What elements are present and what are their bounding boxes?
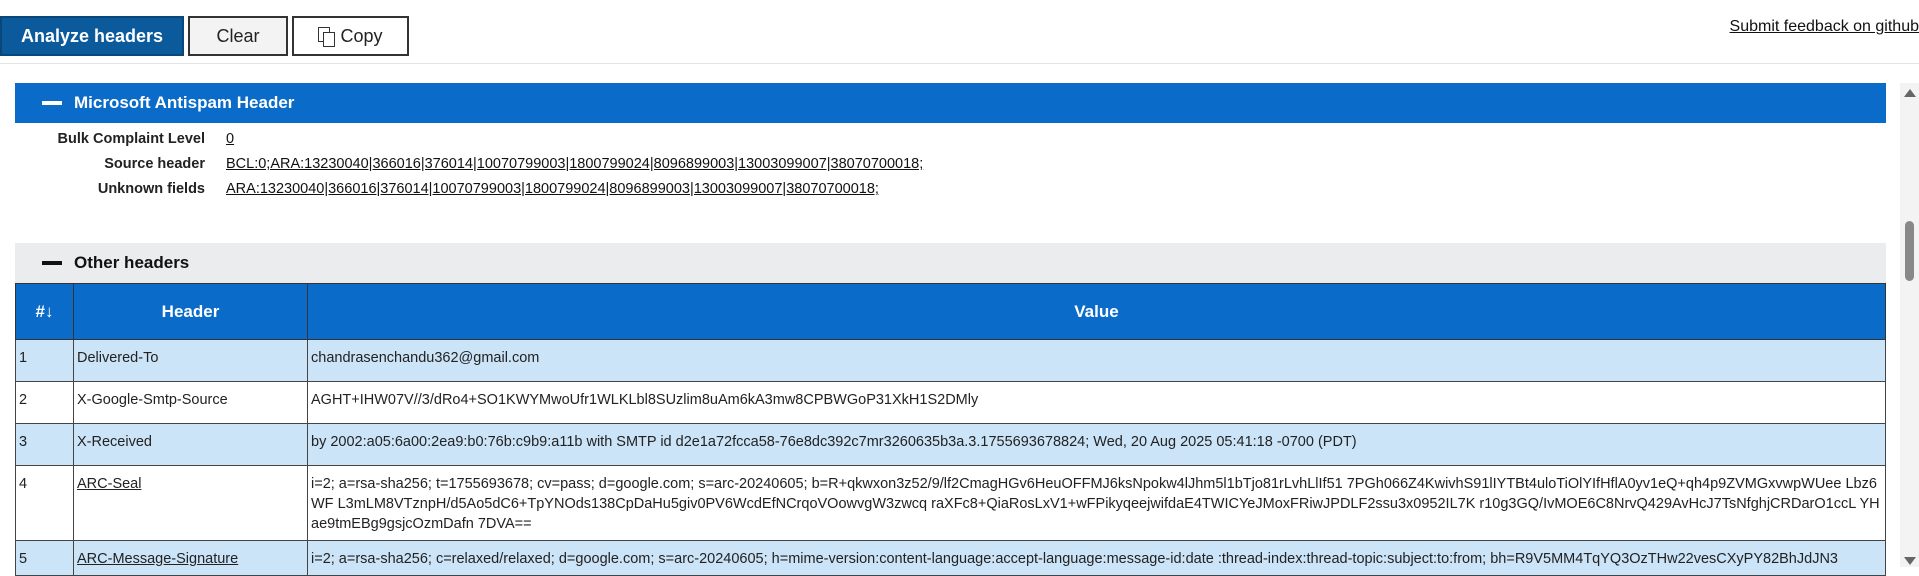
vertical-scrollbar[interactable]	[1900, 83, 1919, 567]
other-headers-table: #↓ Header Value 1 Delivered-To chandrase…	[15, 283, 1886, 576]
section-title: Microsoft Antispam Header	[74, 93, 295, 112]
header-value: i=2; a=rsa-sha256; t=1755693678; cv=pass…	[307, 465, 1886, 541]
antispam-section-header[interactable]: Microsoft Antispam Header	[15, 83, 1886, 123]
bulk-complaint-level-row: Bulk Complaint Level 0	[15, 131, 1886, 155]
copy-button[interactable]: Copy	[292, 16, 409, 56]
submit-feedback-link[interactable]: Submit feedback on github	[1730, 18, 1919, 36]
column-header-value[interactable]: Value	[307, 283, 1886, 340]
other-headers-section-header[interactable]: Other headers	[15, 243, 1886, 283]
clear-button[interactable]: Clear	[188, 16, 288, 56]
row-number: 2	[15, 381, 74, 424]
field-label: Source header	[104, 156, 205, 172]
analyze-headers-button[interactable]: Analyze headers	[0, 16, 184, 56]
collapse-icon	[42, 261, 62, 265]
copy-icon	[318, 27, 336, 47]
section-title: Other headers	[74, 253, 190, 272]
copy-button-label: Copy	[340, 25, 383, 46]
header-name: Delivered-To	[73, 339, 308, 382]
row-number: 5	[15, 540, 74, 576]
table-header-row: #↓ Header Value	[15, 283, 1886, 340]
table-row: 1 Delivered-To chandrasenchandu362@gmail…	[15, 339, 1886, 382]
header-value: AGHT+IHW07V//3/dRo4+SO1KWYMwoUfr1WLKLbl8…	[307, 381, 1886, 424]
collapse-icon	[42, 101, 62, 105]
header-value: chandrasenchandu362@gmail.com	[307, 339, 1886, 382]
header-name: X-Received	[73, 423, 308, 466]
table-row: 5 ARC-Message-Signature i=2; a=rsa-sha25…	[15, 540, 1886, 576]
column-header-number[interactable]: #↓	[15, 283, 74, 340]
field-label: Unknown fields	[97, 181, 205, 197]
unknown-fields-row: Unknown fields ARA:13230040|366016|37601…	[15, 181, 1886, 205]
field-value-link[interactable]: 0	[226, 131, 234, 147]
table-row: 2 X-Google-Smtp-Source AGHT+IHW07V//3/dR…	[15, 381, 1886, 424]
field-value-link[interactable]: ARA:13230040|366016|376014|10070799003|1…	[226, 181, 879, 197]
header-value: by 2002:a05:6a00:2ea9:b0:76b:c9b9:a11b w…	[307, 423, 1886, 466]
table-row: 3 X-Received by 2002:a05:6a00:2ea9:b0:76…	[15, 423, 1886, 466]
scrollbar-thumb[interactable]	[1905, 221, 1914, 281]
column-header-header[interactable]: Header	[73, 283, 308, 340]
scroll-down-arrow-icon[interactable]	[1904, 557, 1916, 565]
header-name-link[interactable]: ARC-Message-Signature	[73, 540, 308, 576]
row-number: 1	[15, 339, 74, 382]
row-number: 4	[15, 465, 74, 541]
scroll-up-arrow-icon[interactable]	[1904, 89, 1916, 97]
field-label: Bulk Complaint Level	[57, 131, 205, 147]
field-value-link[interactable]: BCL:0;ARA:13230040|366016|376014|1007079…	[226, 156, 923, 172]
header-name: X-Google-Smtp-Source	[73, 381, 308, 424]
source-header-row: Source header BCL:0;ARA:13230040|366016|…	[15, 156, 1886, 180]
row-number: 3	[15, 423, 74, 466]
toolbar: Analyze headers Clear Copy Submit feedba…	[0, 0, 1919, 64]
header-value: i=2; a=rsa-sha256; c=relaxed/relaxed; d=…	[307, 540, 1886, 576]
table-row: 4 ARC-Seal i=2; a=rsa-sha256; t=17556936…	[15, 465, 1886, 541]
header-name-link[interactable]: ARC-Seal	[73, 465, 308, 541]
